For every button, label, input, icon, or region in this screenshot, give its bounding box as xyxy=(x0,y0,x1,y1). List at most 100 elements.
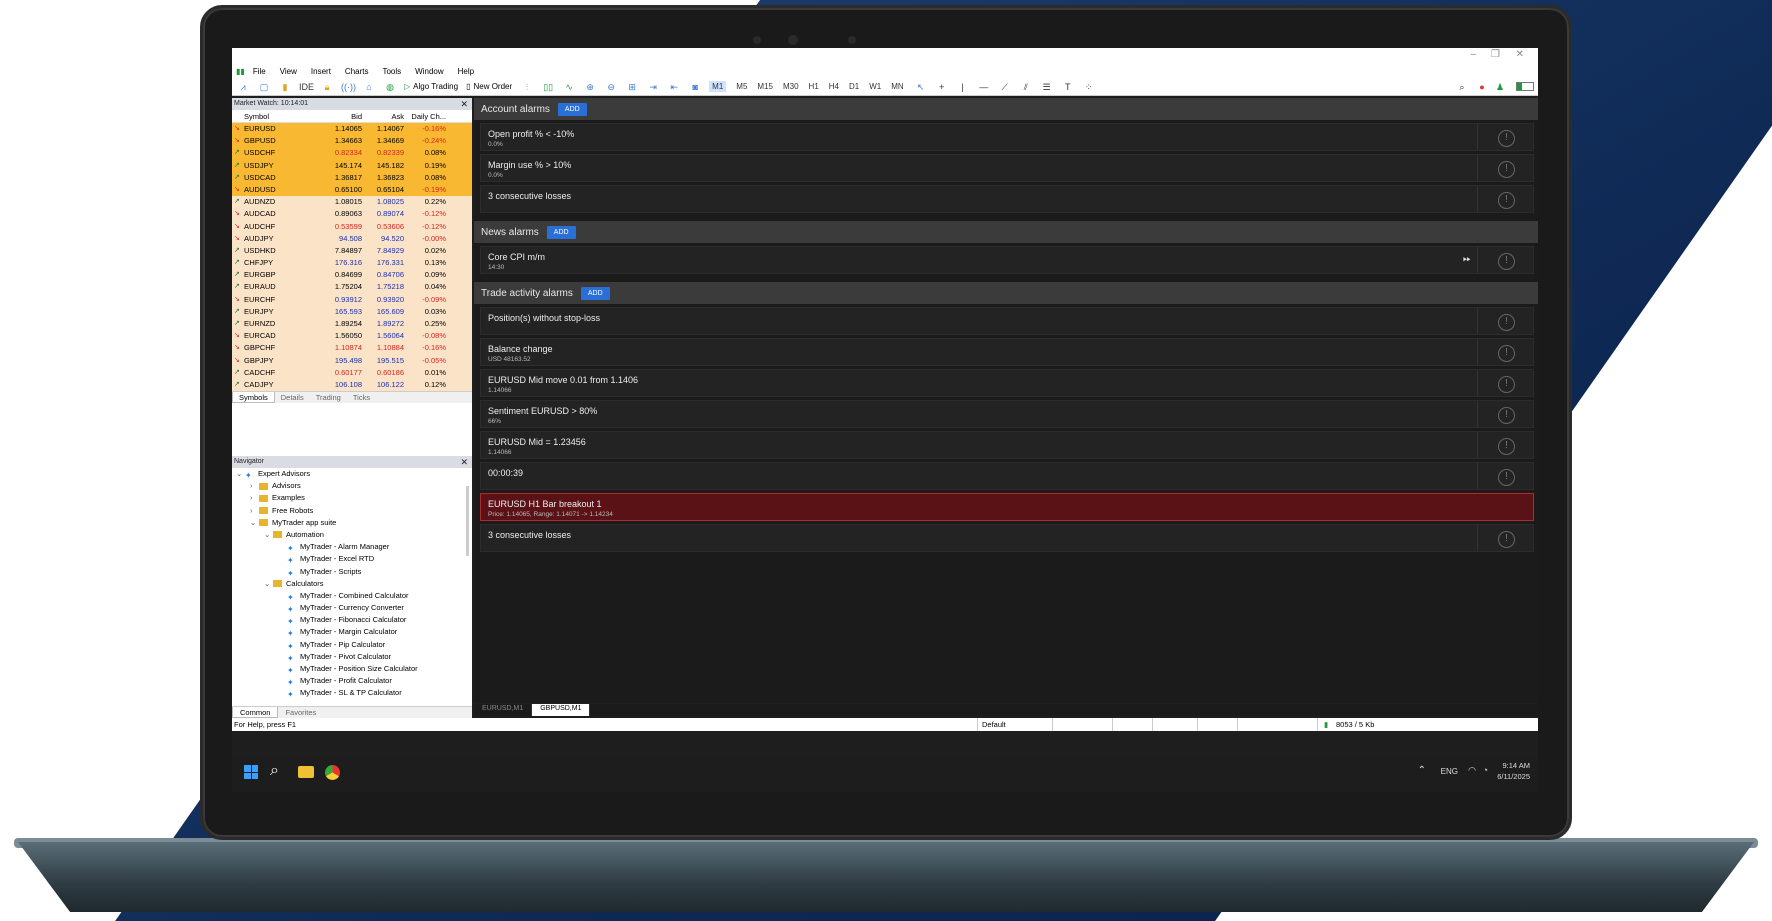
alarm-row[interactable]: Open profit % < -10% 0.0%! xyxy=(480,123,1534,151)
alarm-row[interactable]: Margin use % > 10% 0.0%! xyxy=(480,154,1534,182)
grid-icon[interactable]: ⊞ xyxy=(625,81,639,93)
tree-item[interactable]: › Free Robots xyxy=(232,505,472,517)
table-row[interactable]: ↘ AUDUSD 0.65100 0.65104 -0.19% xyxy=(232,183,472,197)
tab-trading[interactable]: Trading xyxy=(310,392,347,403)
expand-icon[interactable]: › xyxy=(250,492,259,504)
table-row[interactable]: ↘ AUDCAD 0.89063 0.89074 -0.12% xyxy=(232,208,472,221)
alarm-row[interactable]: 3 consecutive losses! xyxy=(480,185,1534,213)
screenshot-icon[interactable]: ◙ xyxy=(688,81,702,93)
ide-icon[interactable]: IDE xyxy=(299,81,314,93)
vps-icon[interactable]: ◍ xyxy=(383,81,397,93)
expand-icon[interactable]: › xyxy=(250,480,259,492)
close-icon[interactable]: ✕ xyxy=(460,98,468,110)
tree-item[interactable]: ✦ MyTrader - Currency Converter xyxy=(232,602,472,614)
table-row[interactable]: ↗ CHFJPY 176.316 176.331 0.13% xyxy=(232,257,472,270)
shapes-icon[interactable]: ⁘ xyxy=(1082,81,1096,93)
chart-shift-icon[interactable]: ⇤ xyxy=(667,81,681,93)
info-icon[interactable]: ! xyxy=(1498,345,1515,362)
tab-ticks[interactable]: Ticks xyxy=(347,392,376,403)
close-icon[interactable]: ✕ xyxy=(1516,49,1524,60)
tree-item[interactable]: ⌄ ✦ Expert Advisors xyxy=(232,468,472,480)
tree-item[interactable]: ✦ MyTrader - SL & TP Calculator xyxy=(232,687,472,699)
menu-insert[interactable]: Insert xyxy=(311,67,331,76)
info-icon[interactable]: ! xyxy=(1498,253,1515,270)
tab-details[interactable]: Details xyxy=(275,392,310,403)
info-icon[interactable]: ! xyxy=(1498,161,1515,178)
tree-item[interactable]: ✦ MyTrader - Pivot Calculator xyxy=(232,651,472,663)
language-indicator[interactable]: ENG xyxy=(1441,767,1458,776)
tray-expand-icon[interactable]: ⌃ xyxy=(1418,765,1426,776)
tree-item[interactable]: ✦ MyTrader - Profit Calculator xyxy=(232,675,472,687)
market-icon[interactable]: ⌂ xyxy=(362,81,376,93)
info-icon[interactable]: ! xyxy=(1498,438,1515,455)
close-icon[interactable]: ✕ xyxy=(460,456,468,468)
tree-item[interactable]: › Advisors xyxy=(232,480,472,492)
algo-trading-button[interactable]: ▷ Algo Trading xyxy=(404,82,458,91)
fast-forward-icon[interactable]: ⏩︎ xyxy=(1463,254,1471,265)
wifi-icon[interactable]: ◠ xyxy=(1468,765,1476,776)
timeframe-h4[interactable]: H4 xyxy=(829,82,839,91)
table-row[interactable]: ↗ EURJPY 165.593 165.609 0.03% xyxy=(232,305,472,318)
search-icon[interactable]: ⌕ xyxy=(270,762,279,780)
expand-icon[interactable]: › xyxy=(250,505,259,517)
table-row[interactable]: ↗ EURNZD 1.89254 1.89272 0.25% xyxy=(232,318,472,331)
timeframe-m5[interactable]: M5 xyxy=(736,82,747,91)
expand-icon[interactable]: ⌄ xyxy=(236,468,245,480)
table-row[interactable]: ↗ USDCHF 0.82334 0.82339 0.08% xyxy=(232,147,472,160)
alarm-row[interactable]: 3 consecutive losses! xyxy=(480,524,1534,552)
zoom-out-icon[interactable]: ⊖ xyxy=(604,81,618,93)
hline-icon[interactable]: — xyxy=(977,81,991,93)
profiles-icon[interactable]: ▢ xyxy=(257,81,271,93)
channel-icon[interactable]: ⫽ xyxy=(1019,81,1033,93)
alarm-row[interactable]: Sentiment EURUSD > 80% 66%! xyxy=(480,400,1534,428)
tree-item[interactable]: ✦ MyTrader - Margin Calculator xyxy=(232,626,472,638)
col-daily-change[interactable]: Daily Ch... xyxy=(406,110,450,122)
expand-icon[interactable]: ⌄ xyxy=(250,517,259,529)
table-row[interactable]: ↘ EURUSD 1.14065 1.14067 -0.16% xyxy=(232,123,472,136)
volume-icon[interactable]: ◔ xyxy=(1483,765,1488,775)
menu-window[interactable]: Window xyxy=(415,67,443,76)
timeframe-d1[interactable]: D1 xyxy=(849,82,859,91)
tree-item[interactable]: ⌄ Calculators xyxy=(232,578,472,590)
zoom-in-icon[interactable]: ⊕ xyxy=(583,81,597,93)
clock-time[interactable]: 9:14 AM xyxy=(1502,761,1530,770)
table-row[interactable]: ↗ CADJPY 106.108 106.122 0.12% xyxy=(232,378,472,392)
add-alarm-button[interactable]: ADD xyxy=(557,102,587,116)
tree-item[interactable]: ⌄ Automation xyxy=(232,529,472,541)
autoscroll-icon[interactable]: ⇥ xyxy=(646,81,660,93)
table-row[interactable]: ↘ GBPUSD 1.34663 1.34669 -0.24% xyxy=(232,135,472,148)
timeframe-w1[interactable]: W1 xyxy=(869,82,881,91)
trendline-icon[interactable]: ⟋ xyxy=(998,81,1012,93)
table-row[interactable]: ↗ CADCHF 0.60177 0.60186 0.01% xyxy=(232,366,472,379)
info-icon[interactable]: ! xyxy=(1498,407,1515,424)
expand-icon[interactable]: ⌄ xyxy=(264,529,273,541)
fibonacci-icon[interactable]: ☰ xyxy=(1040,81,1054,93)
table-row[interactable]: ↘ AUDCHF 0.53599 0.53606 -0.12% xyxy=(232,220,472,233)
table-row[interactable]: ↗ USDJPY 145.174 145.182 0.19% xyxy=(232,159,472,172)
col-ask[interactable]: Ask xyxy=(364,110,406,122)
expand-icon[interactable]: ⌄ xyxy=(264,578,273,590)
table-row[interactable]: ↗ USDHKD 7.84897 7.84929 0.02% xyxy=(232,244,472,258)
chart-tab[interactable]: GBPUSD,M1 xyxy=(532,704,591,716)
crosshair-icon[interactable]: + xyxy=(935,81,949,93)
tab-favorites[interactable]: Favorites xyxy=(278,707,323,718)
timeframe-mn[interactable]: MN xyxy=(891,82,903,91)
alarm-row[interactable]: EURUSD Mid = 1.23456 1.14066! xyxy=(480,431,1534,459)
menu-file[interactable]: File xyxy=(253,67,266,76)
chrome-icon[interactable] xyxy=(325,765,340,780)
timeframe-m30[interactable]: M30 xyxy=(783,82,799,91)
tree-item[interactable]: ✦ MyTrader - Excel RTD xyxy=(232,553,472,565)
info-icon[interactable]: ! xyxy=(1498,531,1515,548)
info-icon[interactable]: ! xyxy=(1498,314,1515,331)
new-chart-icon[interactable]: ⩘ xyxy=(236,81,250,93)
windows-start-icon[interactable] xyxy=(244,765,258,779)
cursor-icon[interactable]: ↖ xyxy=(914,81,928,93)
timeframe-m1[interactable]: M1 xyxy=(709,81,727,92)
add-alarm-button[interactable]: ADD xyxy=(546,225,576,239)
timeframe-m15[interactable]: M15 xyxy=(757,82,773,91)
add-alarm-button[interactable]: ADD xyxy=(580,286,610,300)
signal-icon[interactable]: ((·)) xyxy=(341,81,356,93)
minimize-icon[interactable]: – xyxy=(1470,49,1476,60)
info-icon[interactable]: ! xyxy=(1498,130,1515,147)
tree-item[interactable]: ✦ MyTrader - Position Size Calculator xyxy=(232,663,472,675)
